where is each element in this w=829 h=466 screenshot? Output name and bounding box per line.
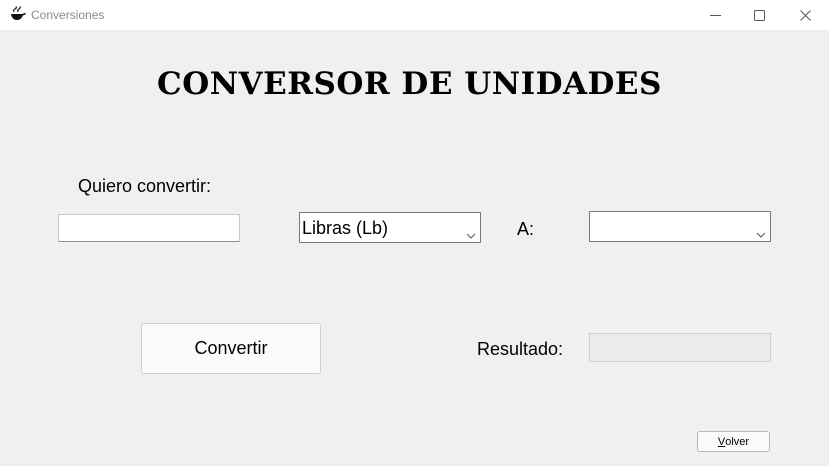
amount-input[interactable] — [58, 214, 240, 242]
convertir-button[interactable]: Convertir — [141, 323, 321, 374]
minimize-icon — [709, 10, 721, 21]
title-bar[interactable]: Conversiones — [0, 0, 829, 30]
quiero-convertir-label: Quiero convertir: — [78, 176, 212, 196]
to-label: A: — [517, 219, 535, 239]
result-field — [589, 333, 771, 362]
page-title: CONVERSOR DE UNIDADES — [157, 66, 662, 102]
to-unit-select[interactable] — [589, 211, 771, 242]
from-unit-selected-value: Libras (Lb) — [302, 218, 389, 238]
chevron-down-icon — [756, 223, 766, 238]
volver-accesskey: V — [717, 435, 726, 448]
minimize-button[interactable] — [692, 0, 738, 30]
window-title: Conversiones — [31, 8, 105, 22]
volver-label-rest: olver — [725, 435, 750, 448]
maximize-icon — [753, 9, 765, 21]
close-button[interactable] — [782, 0, 828, 30]
conversiones-window: Conversiones CONVERSOR DE UNIDADES Quier… — [0, 0, 829, 466]
close-icon — [799, 9, 811, 21]
volver-button[interactable]: Volver — [697, 431, 770, 452]
pan-with-steam-icon — [8, 5, 26, 23]
resultado-label: Resultado: — [477, 339, 564, 359]
maximize-button[interactable] — [736, 0, 782, 30]
from-unit-select[interactable]: Libras (Lb) — [299, 212, 481, 243]
chevron-down-icon — [466, 224, 476, 239]
